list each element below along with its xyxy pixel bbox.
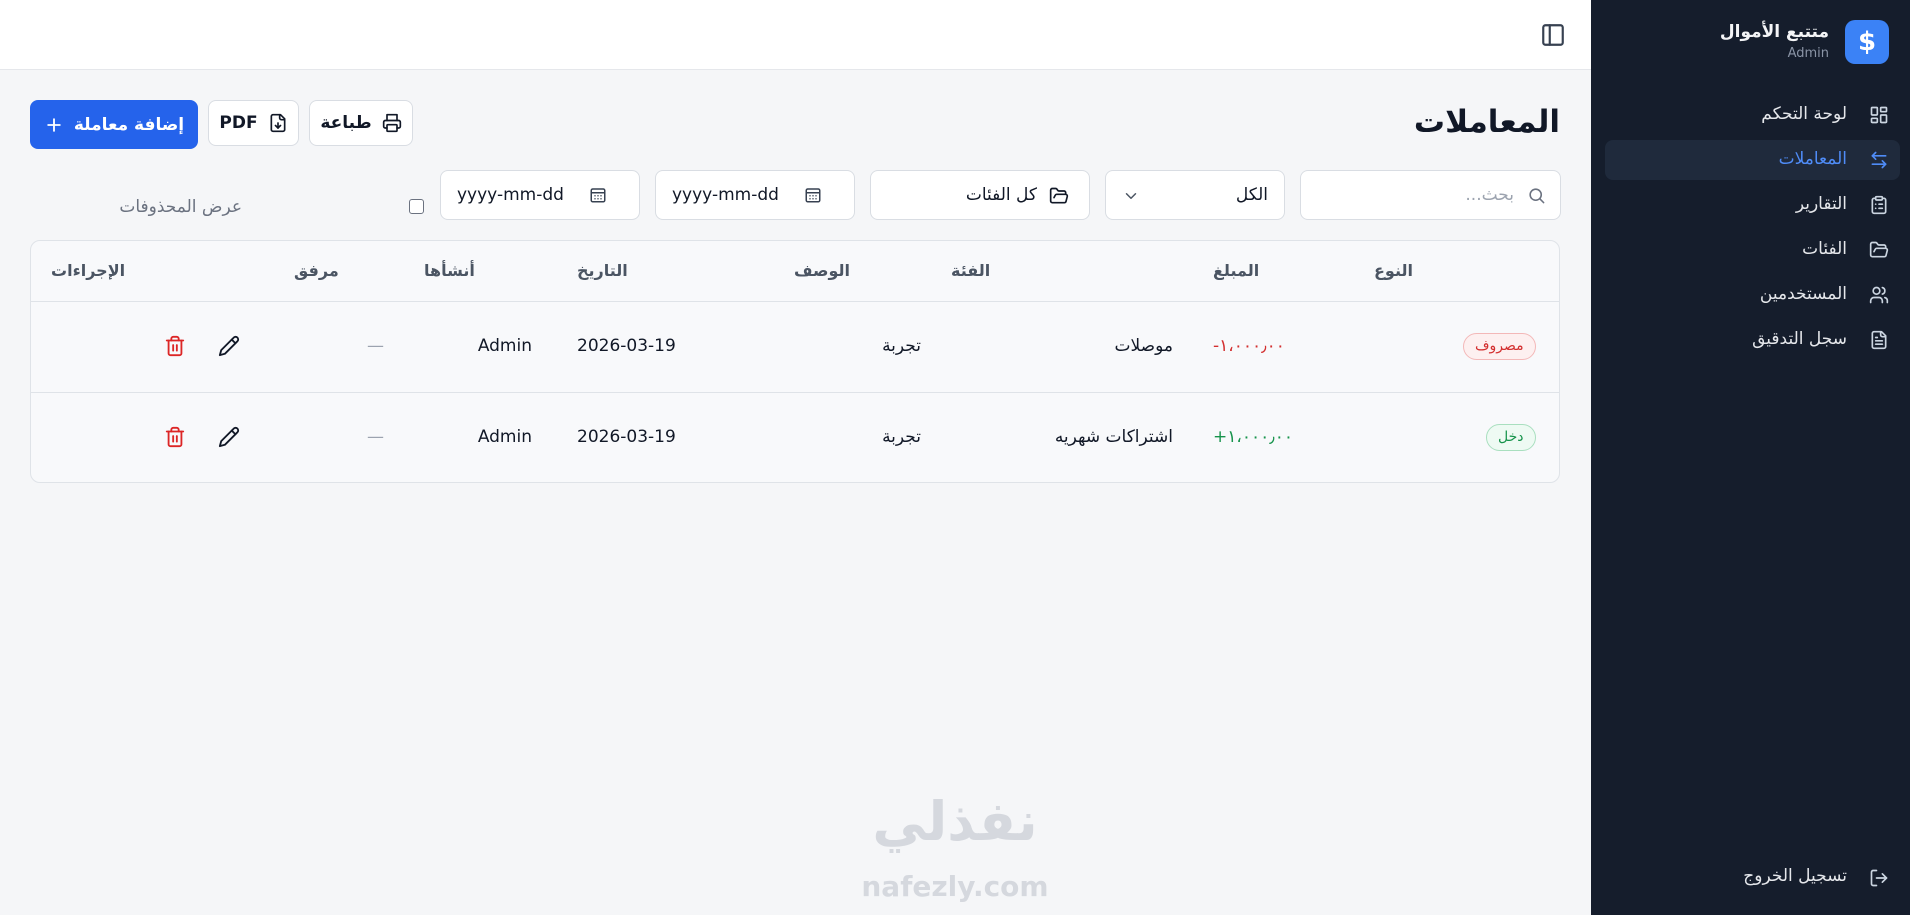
- category-select-value: كل الفئات: [965, 185, 1037, 205]
- table-header: النوع المبلغ الفئة الوصف التاريخ أنشأها …: [31, 241, 1559, 302]
- print-label: طباعة: [320, 113, 372, 133]
- brand: $ متتبع الأموال Admin: [1609, 20, 1889, 64]
- edit-pencil-icon[interactable]: [218, 426, 240, 448]
- pdf-label: PDF: [219, 113, 258, 133]
- chevron-down-icon: [1125, 193, 1137, 199]
- type-select[interactable]: الكل: [1105, 170, 1285, 220]
- file-text-icon: [1871, 330, 1887, 350]
- date-from-placeholder: yyyy-mm-dd: [672, 185, 779, 205]
- watermark-arabic: نفذلي: [872, 790, 1038, 853]
- date-from-input[interactable]: yyyy-mm-dd: [655, 170, 855, 220]
- th-attachment: مرفق: [294, 261, 339, 280]
- logout-button[interactable]: تسجيل الخروج: [1729, 865, 1889, 891]
- sidebar-nav: لوحة التحكم المعاملات التقارير الفئات ال…: [1605, 95, 1900, 365]
- page-title: المعاملات: [1413, 104, 1560, 140]
- add-transaction-button[interactable]: إضافة معاملة: [30, 100, 198, 149]
- users-icon: [1869, 286, 1889, 304]
- date-cell: 2026-03-19: [577, 336, 676, 356]
- date-to-input[interactable]: yyyy-mm-dd: [440, 170, 640, 220]
- file-download-icon: [270, 113, 286, 133]
- delete-trash-icon[interactable]: [164, 426, 186, 448]
- show-deleted-checkbox[interactable]: [409, 199, 424, 214]
- clipboard-icon: [1871, 195, 1887, 215]
- delete-trash-icon[interactable]: [164, 335, 186, 357]
- sidebar-item-label: التقارير: [1795, 194, 1847, 214]
- date-to-placeholder: yyyy-mm-dd: [457, 185, 564, 205]
- folder-icon: [1869, 241, 1889, 258]
- top-bar: [0, 0, 1591, 70]
- printer-icon: [382, 113, 401, 133]
- search-input[interactable]: [1313, 171, 1514, 219]
- sidebar-toggle-icon[interactable]: [1540, 22, 1566, 48]
- logout-label: تسجيل الخروج: [1743, 866, 1847, 886]
- amount-cell: +١،٠٠٠٫٠٠: [1213, 427, 1294, 447]
- sidebar-item-reports[interactable]: التقارير: [1605, 185, 1900, 225]
- sidebar-item-categories[interactable]: الفئات: [1605, 230, 1900, 270]
- transactions-table: النوع المبلغ الفئة الوصف التاريخ أنشأها …: [30, 240, 1560, 483]
- th-description: الوصف: [794, 261, 851, 280]
- user-role: Admin: [1787, 46, 1829, 61]
- type-badge: مصروف: [1463, 333, 1536, 360]
- type-select-value: الكل: [1235, 185, 1268, 205]
- sidebar-item-label: لوحة التحكم: [1761, 104, 1847, 124]
- add-transaction-label: إضافة معاملة: [73, 114, 185, 135]
- calendar-icon[interactable]: [804, 186, 822, 204]
- sidebar-item-dashboard[interactable]: لوحة التحكم: [1605, 95, 1900, 135]
- category-cell: تجربة: [882, 427, 921, 447]
- created-by-cell: Admin: [477, 336, 532, 356]
- search-field: [1300, 170, 1561, 220]
- sidebar-item-users[interactable]: المستخدمين: [1605, 275, 1900, 315]
- th-amount: المبلغ: [1213, 261, 1260, 280]
- arrows-exchange-icon: [1871, 151, 1887, 169]
- dashboard-grid-icon: [1870, 106, 1888, 124]
- export-pdf-button[interactable]: PDF: [208, 100, 299, 146]
- sidebar-item-label: الفئات: [1802, 239, 1847, 259]
- edit-pencil-icon[interactable]: [218, 335, 240, 357]
- created-by-cell: Admin: [477, 427, 532, 447]
- dollar-logo-icon: $: [1845, 20, 1889, 64]
- th-actions: الإجراءات: [51, 261, 126, 280]
- attachment-cell: —: [367, 336, 384, 356]
- show-deleted-label: عرض المحذوفات: [119, 197, 242, 217]
- app-title: متتبع الأموال: [1719, 22, 1829, 42]
- th-date: التاريخ: [577, 261, 628, 280]
- attachment-cell: —: [367, 427, 384, 447]
- type-badge: دخل: [1486, 424, 1536, 451]
- category-select[interactable]: كل الفئات: [870, 170, 1090, 220]
- description-cell: اشتراكات شهريه: [1054, 427, 1173, 447]
- sidebar-item-label: سجل التدقيق: [1752, 329, 1847, 349]
- sidebar: $ متتبع الأموال Admin لوحة التحكم المعام…: [1591, 0, 1910, 915]
- table-row: دخل +١،٠٠٠٫٠٠ اشتراكات شهريه تجربة 2026-…: [31, 393, 1559, 482]
- sidebar-item-transactions[interactable]: المعاملات: [1605, 140, 1900, 180]
- th-created-by: أنشأها: [424, 261, 475, 280]
- calendar-icon[interactable]: [589, 186, 607, 204]
- watermark-latin: nafezly.com: [861, 870, 1049, 903]
- sidebar-item-label: المعاملات: [1778, 149, 1847, 169]
- folder-open-icon: [1049, 187, 1069, 204]
- table-row: مصروف -١،٠٠٠٫٠٠ موصلات تجربة 2026-03-19 …: [31, 302, 1559, 393]
- logout-icon: [1870, 869, 1888, 887]
- amount-cell: -١،٠٠٠٫٠٠: [1213, 336, 1285, 356]
- sidebar-item-label: المستخدمين: [1759, 284, 1847, 304]
- watermark: نفذلي nafezly.com: [845, 790, 1065, 910]
- plus-icon: [47, 117, 61, 132]
- th-type: النوع: [1374, 261, 1413, 280]
- description-cell: موصلات: [1114, 336, 1173, 356]
- date-cell: 2026-03-19: [577, 427, 676, 447]
- sidebar-item-audit-log[interactable]: سجل التدقيق: [1605, 320, 1900, 360]
- search-icon: [1529, 188, 1545, 204]
- th-category: الفئة: [951, 261, 991, 280]
- print-button[interactable]: طباعة: [309, 100, 413, 146]
- category-cell: تجربة: [882, 336, 921, 356]
